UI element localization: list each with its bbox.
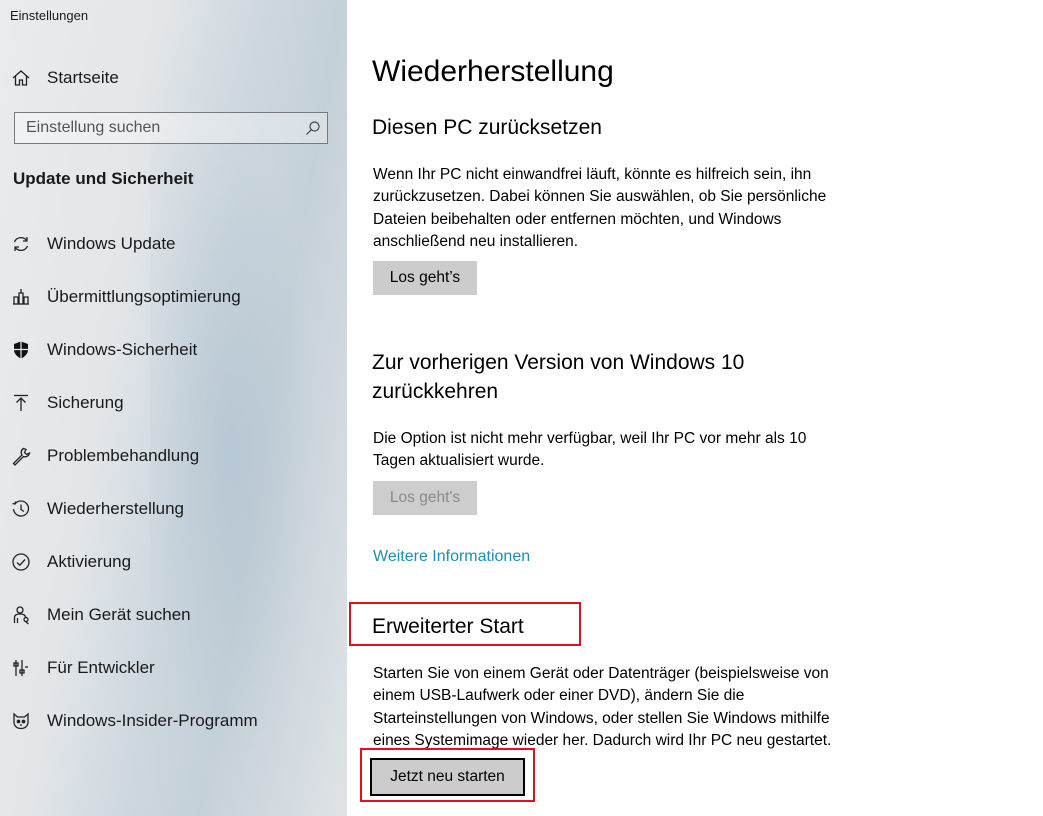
sidebar-item-find-my-device[interactable]: Mein Gerät suchen bbox=[0, 595, 347, 635]
sidebar-item-label: Übermittlungsoptimierung bbox=[47, 287, 241, 306]
shield-icon bbox=[10, 339, 32, 361]
sidebar-item-delivery-optimization[interactable]: Übermittlungsoptimierung bbox=[0, 277, 347, 317]
section-title: Update und Sicherheit bbox=[13, 169, 194, 188]
search-box[interactable] bbox=[14, 112, 328, 144]
rollback-start-button: Los geht's bbox=[373, 481, 477, 515]
sidebar-item-windows-insider[interactable]: Windows-Insider-Programm bbox=[0, 701, 347, 741]
insider-cat-icon bbox=[10, 710, 32, 732]
refresh-icon bbox=[10, 233, 32, 255]
person-locate-icon bbox=[10, 604, 32, 626]
nav-home[interactable]: Startseite bbox=[0, 62, 347, 94]
sidebar-item-activation[interactable]: Aktivierung bbox=[0, 542, 347, 582]
advanced-description: Starten Sie von einem Gerät oder Datentr… bbox=[373, 665, 832, 749]
check-circle-icon bbox=[10, 551, 32, 573]
home-icon bbox=[10, 67, 32, 89]
sidebar-item-label: Mein Gerät suchen bbox=[47, 605, 191, 624]
sidebar-item-label: Sicherung bbox=[47, 393, 124, 412]
sidebar-item-label: Windows-Insider-Programm bbox=[47, 711, 258, 730]
sidebar-item-label: Problembehandlung bbox=[47, 446, 200, 465]
more-info-link[interactable]: Weitere Informationen bbox=[373, 548, 530, 566]
restart-now-button[interactable]: Jetzt neu starten bbox=[370, 758, 525, 796]
reset-start-button[interactable]: Los geht’s bbox=[373, 261, 477, 295]
recovery-history-icon bbox=[10, 498, 32, 520]
nav-home-label: Startseite bbox=[47, 68, 119, 87]
wrench-icon bbox=[10, 445, 32, 467]
rollback-heading-line2: zurückkehren bbox=[372, 380, 499, 403]
reset-heading: Diesen PC zurücksetzen bbox=[372, 116, 602, 139]
sidebar: Einstellungen Startseite Update und Sich… bbox=[0, 0, 347, 816]
sidebar-item-label: Für Entwickler bbox=[47, 658, 155, 677]
sidebar-item-label: Aktivierung bbox=[47, 552, 132, 571]
sidebar-item-label: Wiederherstellung bbox=[47, 499, 185, 518]
main-content: Wiederherstellung Diesen PC zurücksetzen… bbox=[347, 0, 1043, 816]
sidebar-item-for-developers[interactable]: Für Entwickler bbox=[0, 648, 347, 688]
sidebar-item-label: Windows-Sicherheit bbox=[47, 340, 198, 359]
sidebar-item-backup[interactable]: Sicherung bbox=[0, 383, 347, 423]
sidebar-item-recovery[interactable]: Wiederherstellung bbox=[0, 489, 347, 529]
sidebar-item-windows-security[interactable]: Windows-Sicherheit bbox=[0, 330, 347, 370]
sidebar-item-windows-update[interactable]: Windows Update bbox=[0, 224, 347, 264]
rollback-description: Die Option ist nicht mehr verfügbar, wei… bbox=[373, 430, 807, 470]
rollback-heading: Zur vorherigen Version von Windows 10 zu… bbox=[372, 348, 744, 406]
rollback-heading-line1: Zur vorherigen Version von Windows 10 bbox=[372, 351, 745, 374]
page-title: Wiederherstellung bbox=[372, 55, 614, 88]
sidebar-item-label: Windows Update bbox=[47, 234, 176, 253]
window-title: Einstellungen bbox=[10, 8, 89, 23]
developer-sliders-icon bbox=[10, 657, 32, 679]
reset-description: Wenn Ihr PC nicht einwandfrei läuft, kön… bbox=[373, 166, 827, 250]
search-input[interactable] bbox=[15, 113, 306, 143]
backup-arrow-icon bbox=[10, 392, 32, 414]
advanced-heading: Erweiterter Start bbox=[372, 615, 524, 638]
search-icon[interactable] bbox=[305, 120, 321, 136]
sidebar-item-troubleshoot[interactable]: Problembehandlung bbox=[0, 436, 347, 476]
delivery-optimization-icon bbox=[10, 286, 32, 308]
